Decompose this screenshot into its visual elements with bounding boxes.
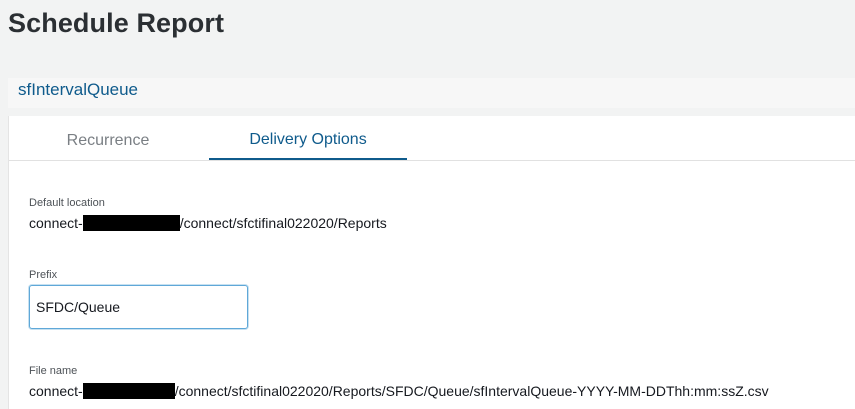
report-header: sfIntervalQueue — [8, 78, 855, 108]
default-location-suffix: /connect/sfctifinal022020/Reports — [179, 215, 387, 231]
report-name: sfIntervalQueue — [18, 80, 139, 99]
redacted-block — [82, 383, 175, 399]
page-title: Schedule Report — [8, 8, 225, 38]
prefix-label: Prefix — [29, 269, 58, 281]
prefix-input[interactable] — [29, 285, 248, 329]
tab-delivery-options[interactable]: Delivery Options — [209, 116, 407, 160]
file-name-value: connect- /connect/sfctifinal022020/Report… — [29, 383, 769, 399]
file-name-prefix: connect- — [29, 383, 83, 399]
tab-bar: Recurrence Delivery Options — [9, 116, 855, 161]
default-location-prefix: connect- — [29, 215, 83, 231]
file-name-suffix: /connect/sfctifinal022020/Reports/SFDC/Q… — [174, 383, 769, 399]
default-location-label: Default location — [29, 197, 105, 209]
delivery-options-panel: Recurrence Delivery Options Default loca… — [8, 116, 855, 409]
file-name-label: File name — [29, 365, 78, 377]
tab-recurrence[interactable]: Recurrence — [9, 116, 207, 160]
redacted-block — [82, 215, 180, 231]
default-location-value: connect- /connect/sfctifinal022020/Report… — [29, 215, 387, 231]
